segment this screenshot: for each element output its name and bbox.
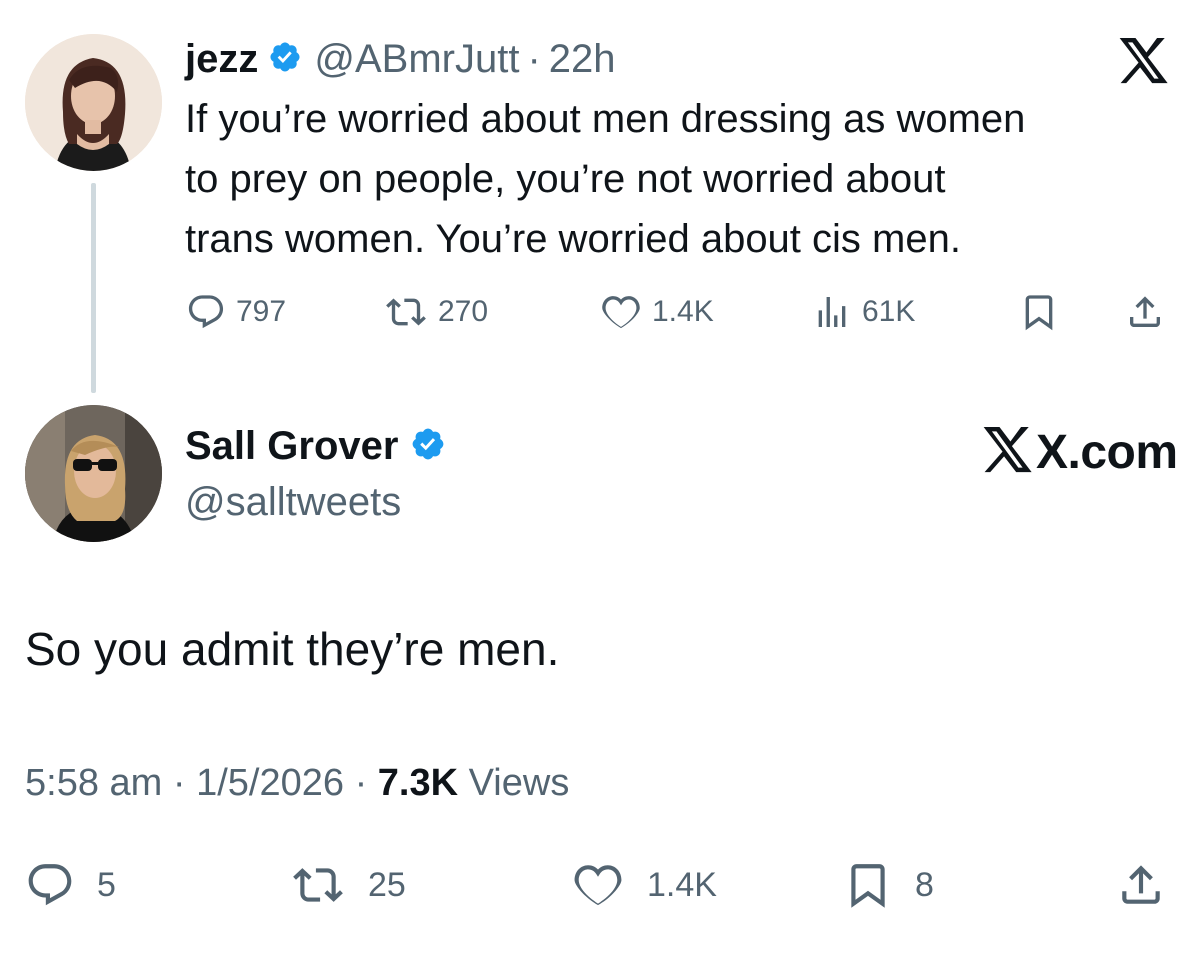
share-icon — [1122, 865, 1160, 904]
share-button[interactable] — [1116, 860, 1166, 910]
quoted-tweet-header: jezz @ABmrJutt · 22h — [185, 33, 616, 85]
share-icon — [1130, 296, 1160, 327]
tweet-text-line: to prey on people, you’re not worried ab… — [185, 157, 946, 201]
repost-button[interactable]: 270 — [384, 292, 488, 332]
main-tweet-header: Sall Grover — [185, 419, 446, 473]
author-handle[interactable]: @ABmrJutt — [314, 37, 519, 82]
reply-count: 5 — [97, 865, 116, 904]
thread-connector-line — [91, 183, 96, 393]
reply-count: 797 — [236, 295, 287, 328]
tweet-text-line: If you’re worried about men dressing as … — [185, 97, 1026, 141]
heart-icon — [574, 865, 622, 906]
view-count: 61K — [862, 295, 916, 328]
tweet-date[interactable]: 1/5/2026 — [196, 762, 344, 804]
like-count: 1.4K — [647, 865, 717, 904]
views-button[interactable]: 61K — [812, 292, 915, 332]
analytics-icon — [818, 297, 846, 327]
bookmark-button[interactable]: 8 — [843, 860, 934, 910]
tweet-metadata: 5:58 am · 1/5/2026 · 7.3K Views — [25, 762, 569, 805]
bookmark-icon — [851, 864, 885, 908]
repost-icon — [386, 298, 426, 326]
repost-button[interactable]: 25 — [290, 860, 406, 910]
jezz-avatar[interactable] — [25, 34, 162, 171]
views-label: Views — [468, 762, 570, 804]
author-name[interactable]: jezz — [185, 37, 258, 82]
reply-icon — [188, 295, 224, 329]
meta-separator: · — [172, 762, 186, 804]
repost-count: 270 — [438, 295, 489, 328]
author-handle[interactable]: @salltweets — [185, 480, 401, 525]
x-logo-icon[interactable] — [1118, 38, 1170, 89]
like-button[interactable]: 1.4K — [571, 860, 717, 910]
like-button[interactable]: 1.4K — [600, 292, 714, 332]
sall-grover-avatar[interactable] — [25, 405, 162, 542]
views-count: 7.3K — [377, 762, 459, 804]
author-name[interactable]: Sall Grover — [185, 424, 398, 469]
bookmark-count: 8 — [915, 865, 934, 904]
tweet-text-line: trans women. You’re worried about cis me… — [185, 217, 961, 261]
repost-count: 25 — [368, 865, 406, 904]
site-label: X.com — [1036, 426, 1178, 479]
verified-badge-icon — [268, 40, 302, 79]
share-button[interactable] — [1125, 292, 1165, 332]
main-tweet-text: So you admit they’re men. — [25, 623, 560, 675]
site-branding: X.com — [982, 425, 1178, 480]
header-separator: · — [527, 36, 541, 81]
bookmark-button[interactable] — [1019, 292, 1059, 332]
reply-button[interactable]: 797 — [186, 292, 286, 332]
like-count: 1.4K — [652, 295, 714, 328]
heart-icon — [602, 296, 640, 329]
quoted-tweet-text: If you’re worried about men dressing as … — [185, 89, 1175, 269]
bookmark-icon — [1025, 295, 1053, 331]
reply-icon — [28, 864, 72, 906]
verified-badge-icon — [410, 426, 446, 467]
repost-icon — [293, 868, 343, 902]
tweet-time[interactable]: 5:58 am — [25, 762, 162, 804]
meta-separator: · — [354, 762, 368, 804]
reply-button[interactable]: 5 — [25, 860, 116, 910]
tweet-time-ago[interactable]: 22h — [549, 37, 616, 82]
x-logo-icon — [982, 427, 1034, 478]
